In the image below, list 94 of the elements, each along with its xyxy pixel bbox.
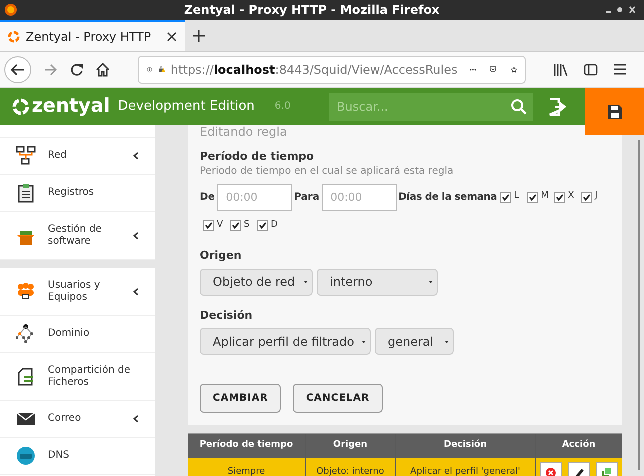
field-label: Decisión	[200, 308, 254, 324]
field-help: Periodo de tiempo en el cual se aplicará esta regla	[200, 166, 455, 178]
checkbox[interactable]	[230, 220, 241, 231]
menu-icon[interactable]	[614, 64, 626, 75]
pencil-icon	[573, 467, 585, 476]
column-header: Decisión	[396, 434, 535, 458]
checkbox[interactable]	[257, 220, 268, 231]
window-controls-icon	[606, 6, 636, 14]
day-label: V	[217, 218, 224, 232]
users-icon	[16, 282, 36, 302]
chevron-left-icon	[133, 415, 139, 423]
checkbox[interactable]	[500, 192, 512, 202]
caret-icon	[304, 280, 308, 284]
tab-title: Zentyal - Proxy HTTP	[26, 28, 152, 46]
day-label: S	[244, 218, 251, 232]
day-label: J	[595, 190, 599, 204]
days-label: Días de la semana	[398, 190, 498, 204]
dns-globe-icon	[16, 446, 36, 466]
new-tab-icon[interactable]	[193, 30, 205, 42]
firefox-icon	[4, 3, 18, 17]
check-icon	[258, 222, 266, 229]
sidebar-item[interactable]: Compartición de Ficheros	[0, 353, 155, 401]
checkbox[interactable]	[581, 192, 592, 202]
sidebar-item[interactable]: Dominio	[0, 316, 155, 353]
check-icon	[528, 194, 537, 200]
save-icon	[606, 104, 622, 120]
edition-label: Development Edition	[118, 98, 255, 116]
window-title: Zentyal - Proxy HTTP - Mozilla Firefox	[183, 2, 441, 19]
day-label: M	[541, 190, 550, 204]
dropdown[interactable]: interno	[317, 268, 438, 296]
network-icon	[16, 146, 36, 166]
sidebar-item[interactable]: DNS	[0, 438, 155, 475]
time-input[interactable]: 00:00	[217, 184, 292, 210]
clone-icon	[601, 467, 613, 476]
zentyal-logo-icon	[8, 30, 20, 42]
chevron-left-icon	[133, 152, 139, 160]
table-cell: Aplicar el perfil 'general'	[396, 458, 535, 476]
search-button[interactable]	[505, 92, 533, 120]
check-icon	[502, 194, 510, 200]
time-input[interactable]: 00:00	[322, 184, 397, 210]
browser-tab[interactable]: Zentyal - Proxy HTTP	[0, 20, 185, 51]
day-label: D	[271, 218, 279, 232]
dropdown[interactable]: Objeto de red	[200, 268, 313, 296]
library-icon[interactable]	[554, 64, 568, 76]
column-header: Origen	[306, 434, 395, 458]
sidebar-item[interactable]: Usuarios y Equipos	[0, 268, 155, 316]
sidebar-item[interactable]: Correo	[0, 401, 155, 438]
checkbox[interactable]	[554, 192, 566, 202]
more-icon[interactable]	[470, 68, 476, 72]
caret-icon	[445, 340, 449, 344]
sidebar-item[interactable]: Red	[0, 138, 155, 175]
from-label: De	[200, 190, 216, 204]
search-icon	[511, 98, 527, 114]
clipboard-icon	[16, 183, 36, 203]
reload-icon[interactable]	[70, 62, 84, 76]
field-label: Período de tiempo	[200, 149, 316, 165]
form-button[interactable]: CAMBIAR	[200, 384, 282, 413]
home-icon[interactable]	[96, 62, 110, 76]
close-icon[interactable]	[167, 32, 177, 42]
check-icon	[582, 194, 591, 200]
chevron-left-icon	[133, 288, 139, 296]
save-button[interactable]	[585, 88, 644, 135]
forward-icon	[44, 64, 58, 76]
chevron-left-icon	[133, 232, 139, 240]
to-label: Para	[294, 190, 320, 204]
caret-icon	[429, 280, 433, 284]
check-icon	[204, 222, 212, 229]
day-label: L	[514, 190, 520, 204]
dropdown[interactable]: general	[375, 328, 454, 355]
shared-file-icon	[16, 366, 36, 386]
form-button[interactable]: CANCELAR	[293, 384, 383, 413]
domain-tree-icon	[16, 324, 36, 344]
back-icon[interactable]	[4, 56, 32, 84]
sidebar-item[interactable]: Registros	[0, 175, 155, 212]
table-cell: Objeto: interno	[306, 458, 395, 476]
checkbox[interactable]	[203, 220, 214, 231]
dropdown[interactable]: Aplicar perfil de filtrado	[200, 328, 371, 355]
table-cell: Siempre	[188, 458, 305, 476]
checkbox[interactable]	[527, 192, 538, 202]
address-bar[interactable]: https://localhost:8443/Squid/View/AccessRules	[138, 56, 526, 84]
delete-icon	[545, 467, 557, 476]
day-label: X	[568, 190, 576, 204]
form-title: Editando regla	[200, 125, 288, 139]
search-field[interactable]: Buscar...	[329, 92, 505, 120]
version-label: 6.0	[274, 100, 291, 114]
field-label: Origen	[200, 248, 243, 264]
zentyal-logo-icon	[12, 98, 30, 116]
check-icon	[232, 222, 240, 229]
brand-name: zentyal	[32, 97, 110, 116]
caret-icon	[362, 340, 366, 344]
check-icon	[556, 194, 564, 200]
column-header: Período de tiempo	[188, 434, 305, 458]
sidebar-icon[interactable]	[584, 64, 598, 76]
column-header: Acción	[536, 434, 622, 458]
